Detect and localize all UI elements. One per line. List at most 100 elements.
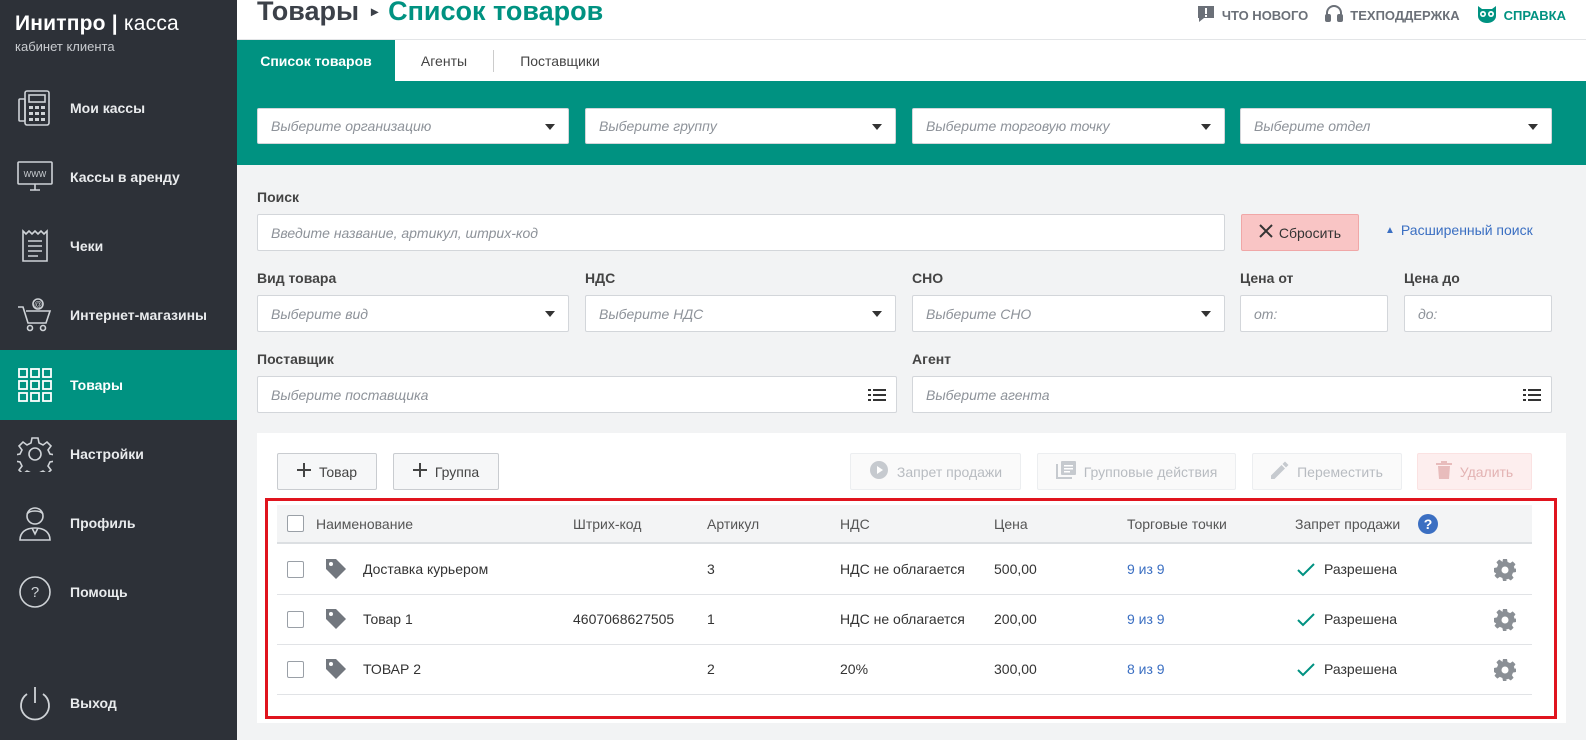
add-group-button[interactable]: Группа xyxy=(393,453,499,490)
header-links: ЧТО НОВОГО ТЕХПОДДЕРЖКА СПРАВКА xyxy=(1196,4,1566,27)
department-select[interactable]: Выберите отдел xyxy=(1240,108,1552,144)
help-circle-icon[interactable]: ? xyxy=(1418,514,1438,534)
sidebar-item-label: Мои кассы xyxy=(70,100,146,116)
column-header-article[interactable]: Артикул xyxy=(707,516,759,532)
sidebar-item-products[interactable]: Товары xyxy=(0,350,237,420)
sidebar-item-receipts[interactable]: Чеки xyxy=(0,211,237,281)
move-button[interactable]: Переместить xyxy=(1252,453,1402,490)
top-bar: Товары ▸ Список товаров ЧТО НОВОГО ТЕХПО… xyxy=(237,0,1586,40)
row-checkbox[interactable] xyxy=(287,561,304,578)
product-outlets-link[interactable]: 9 из 9 xyxy=(1127,561,1165,577)
power-icon xyxy=(0,685,70,721)
ban-sale-label: Запрет продажи xyxy=(896,463,1003,480)
chevron-down-icon xyxy=(1201,124,1211,130)
column-header-sale-ban[interactable]: Запрет продажи xyxy=(1295,516,1400,532)
column-header-name[interactable]: Наименование xyxy=(316,516,413,532)
tab-suppliers[interactable]: Поставщики xyxy=(499,40,621,81)
column-header-vat[interactable]: НДС xyxy=(840,516,870,532)
group-select[interactable]: Выберите группу xyxy=(585,108,896,144)
tabs-bar: Список товаров Агенты Поставщики xyxy=(237,40,1586,81)
pencil-icon xyxy=(1271,461,1289,482)
sidebar-item-label: Профиль xyxy=(70,515,136,531)
organization-select-placeholder: Выберите организацию xyxy=(271,118,432,134)
sidebar-item-label: Кассы в аренду xyxy=(70,169,180,185)
advanced-search-link[interactable]: ▲ Расширенный поиск xyxy=(1385,222,1533,238)
tab-agents[interactable]: Агенты xyxy=(399,40,489,81)
product-name[interactable]: Товар 1 xyxy=(363,611,413,627)
product-outlets-link[interactable]: 8 из 9 xyxy=(1127,661,1165,677)
table-row[interactable]: ТОВАР 2 2 20% 300,00 8 из 9 Разрешена xyxy=(277,645,1532,695)
add-product-button[interactable]: Товар xyxy=(277,453,377,490)
logo[interactable]: Инитпро | касса кабинет клиента xyxy=(15,12,179,54)
outlet-select[interactable]: Выберите торговую точку xyxy=(912,108,1225,144)
vat-select[interactable]: Выберите НДС xyxy=(585,295,896,332)
search-placeholder: Введите название, артикул, штрих-код xyxy=(271,224,539,241)
group-select-placeholder: Выберите группу xyxy=(599,118,717,134)
sidebar-item-my-cashboxes[interactable]: Мои кассы xyxy=(0,73,237,143)
price-from-placeholder: от: xyxy=(1254,305,1278,322)
price-to-input[interactable]: до: xyxy=(1404,295,1552,332)
sidebar-item-label: Выход xyxy=(70,695,117,711)
triangle-up-icon: ▲ xyxy=(1385,224,1395,236)
gear-icon[interactable] xyxy=(1494,609,1516,636)
breadcrumb-arrow-icon: ▸ xyxy=(371,3,379,19)
agent-select[interactable]: Выберите агента xyxy=(912,376,1552,413)
ban-sale-button[interactable]: Запрет продажи xyxy=(850,453,1021,490)
sidebar-item-logout[interactable]: Выход xyxy=(0,668,237,738)
whats-new-link[interactable]: ЧТО НОВОГО xyxy=(1196,4,1308,27)
column-header-barcode[interactable]: Штрих-код xyxy=(573,516,641,532)
group-actions-label: Групповые действия xyxy=(1083,463,1218,480)
sidebar-item-online-stores[interactable]: @ Интернет-магазины xyxy=(0,280,237,350)
list-icon xyxy=(868,388,886,405)
sidebar-item-label: Товары xyxy=(70,377,123,393)
gear-icon[interactable] xyxy=(1494,559,1516,586)
sidebar-item-help[interactable]: ? Помощь xyxy=(0,557,237,627)
filter-bar: Выберите организацию Выберите группу Выб… xyxy=(237,81,1586,165)
tag-icon xyxy=(325,658,347,685)
row-checkbox[interactable] xyxy=(287,611,304,628)
svg-text:@: @ xyxy=(34,300,42,309)
help-link[interactable]: СПРАВКА xyxy=(1476,4,1566,27)
trash-icon xyxy=(1435,461,1452,482)
table-header: Наименование Штрих-код Артикул НДС Цена … xyxy=(277,505,1532,544)
product-article: 3 xyxy=(707,561,715,577)
breadcrumb-root[interactable]: Товары xyxy=(257,0,359,27)
sno-select[interactable]: Выберите СНО xyxy=(912,295,1225,332)
product-outlets-link[interactable]: 9 из 9 xyxy=(1127,611,1165,627)
reset-button[interactable]: Сбросить xyxy=(1241,214,1359,251)
product-name[interactable]: ТОВАР 2 xyxy=(363,661,421,677)
product-type-select[interactable]: Выберите вид xyxy=(257,295,569,332)
column-header-outlets[interactable]: Торговые точки xyxy=(1127,516,1227,532)
select-all-checkbox[interactable] xyxy=(287,515,304,532)
tag-icon xyxy=(325,558,347,585)
play-circle-icon xyxy=(869,460,889,483)
checkmark-icon xyxy=(1297,613,1315,632)
sidebar-item-rent-cashboxes[interactable]: WWW Кассы в аренду xyxy=(0,142,237,212)
table-row[interactable]: Товар 1 4607068627505 1 НДС не облагаетс… xyxy=(277,595,1532,645)
vat-label: НДС xyxy=(585,270,616,286)
cash-register-icon xyxy=(0,89,70,127)
price-from-input[interactable]: от: xyxy=(1240,295,1388,332)
move-label: Переместить xyxy=(1297,463,1383,480)
support-label: ТЕХПОДДЕРЖКА xyxy=(1350,8,1460,23)
supplier-label: Поставщик xyxy=(257,351,334,367)
sidebar-item-settings[interactable]: Настройки xyxy=(0,419,237,489)
product-name[interactable]: Доставка курьером xyxy=(363,561,488,577)
supplier-select[interactable]: Выберите поставщика xyxy=(257,376,897,413)
gear-icon[interactable] xyxy=(1494,659,1516,686)
sidebar-item-profile[interactable]: Профиль xyxy=(0,488,237,558)
support-link[interactable]: ТЕХПОДДЕРЖКА xyxy=(1324,4,1460,27)
delete-button[interactable]: Удалить xyxy=(1417,453,1532,490)
product-article: 1 xyxy=(707,611,715,627)
owl-icon xyxy=(1476,4,1498,27)
group-actions-button[interactable]: Групповые действия xyxy=(1037,453,1236,490)
search-input[interactable]: Введите название, артикул, штрих-код xyxy=(257,214,1225,251)
news-icon xyxy=(1196,4,1216,27)
headset-icon xyxy=(1324,4,1344,27)
column-header-price[interactable]: Цена xyxy=(994,516,1028,532)
table-row[interactable]: Доставка курьером 3 НДС не облагается 50… xyxy=(277,545,1532,595)
row-checkbox[interactable] xyxy=(287,661,304,678)
organization-select[interactable]: Выберите организацию xyxy=(257,108,569,144)
tab-product-list[interactable]: Список товаров xyxy=(237,40,395,81)
chevron-down-icon xyxy=(872,311,882,317)
